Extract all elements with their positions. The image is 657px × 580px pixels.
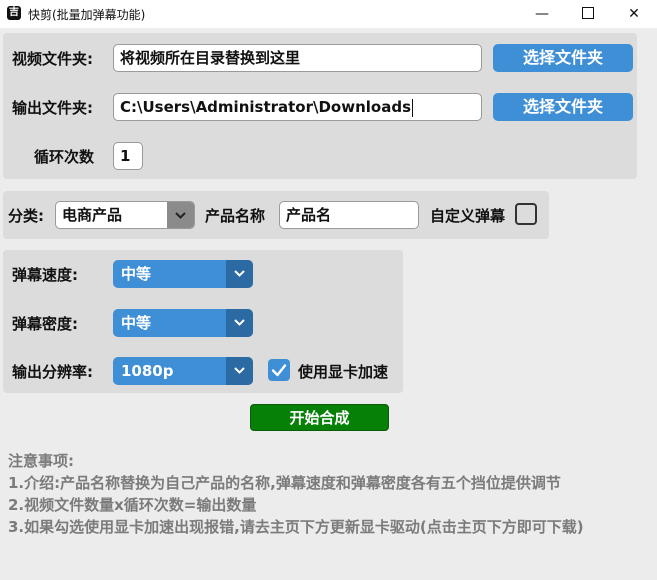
loop-count-label: 循环次数 <box>34 148 95 166</box>
chevron-down-icon[interactable] <box>167 202 194 228</box>
category-label: 分类: <box>8 207 44 225</box>
maximize-icon <box>582 6 594 19</box>
chevron-down-icon[interactable] <box>226 260 253 288</box>
danmaku-speed-value: 中等 <box>121 265 152 283</box>
product-name-label: 产品名称 <box>205 207 266 225</box>
notes-line: 2.视频文件数量x循环次数=输出数量 <box>8 496 257 514</box>
close-button[interactable]: ✕ <box>611 0 657 28</box>
gpu-acceleration-checkbox[interactable] <box>268 359 290 381</box>
danmaku-speed-select[interactable]: 中等 <box>113 260 253 288</box>
output-folder-value: C:\Users\Administrator\Downloads <box>120 98 412 116</box>
window-title: 快剪(批量加弹幕功能) <box>28 8 146 22</box>
title-bar: 吉 快剪(批量加弹幕功能) — ✕ <box>0 0 657 28</box>
resolution-select[interactable]: 1080p <box>113 357 253 385</box>
notes-line: 3.如果勾选使用显卡加速出现报错,请去主页下方更新显卡驱动(点击主页下方即可下载… <box>8 518 584 536</box>
danmaku-density-value: 中等 <box>121 314 152 332</box>
notes-title: 注意事项: <box>8 452 74 470</box>
maximize-button[interactable] <box>565 0 611 28</box>
danmaku-density-label: 弹幕密度: <box>12 315 78 333</box>
resolution-label: 输出分辨率: <box>12 363 93 381</box>
danmaku-density-select[interactable]: 中等 <box>113 309 253 337</box>
minimize-icon: — <box>535 6 549 22</box>
custom-danmaku-checkbox[interactable] <box>515 203 537 225</box>
product-name-input[interactable]: 产品名 <box>279 201 419 229</box>
output-folder-label: 输出文件夹: <box>12 99 93 117</box>
text-caret <box>412 98 414 117</box>
app-icon: 吉 <box>7 6 21 20</box>
video-folder-input[interactable]: 将视频所在目录替换到这里 <box>113 44 482 72</box>
checkmark-icon <box>271 364 287 377</box>
loop-count-input[interactable]: 1 <box>113 142 143 170</box>
danmaku-speed-label: 弹幕速度: <box>12 266 78 284</box>
category-select[interactable]: 电商产品 <box>55 201 195 229</box>
category-selected-value: 电商产品 <box>62 206 123 224</box>
gpu-acceleration-label: 使用显卡加速 <box>298 363 389 381</box>
notes-line: 1.介绍:产品名称替换为自己产品的名称,弹幕速度和弹幕密度各有五个挡位提供调节 <box>8 474 561 492</box>
video-folder-select-button[interactable]: 选择文件夹 <box>493 44 633 72</box>
minimize-button[interactable]: — <box>519 0 565 28</box>
output-folder-select-button[interactable]: 选择文件夹 <box>493 93 633 121</box>
chevron-down-icon[interactable] <box>226 357 253 385</box>
chevron-down-icon[interactable] <box>226 309 253 337</box>
video-folder-label: 视频文件夹: <box>12 50 93 68</box>
start-compose-button[interactable]: 开始合成 <box>250 404 389 431</box>
resolution-value: 1080p <box>121 362 174 380</box>
custom-danmaku-label: 自定义弹幕 <box>430 207 506 225</box>
close-icon: ✕ <box>628 6 640 22</box>
output-folder-input[interactable]: C:\Users\Administrator\Downloads <box>113 93 482 121</box>
